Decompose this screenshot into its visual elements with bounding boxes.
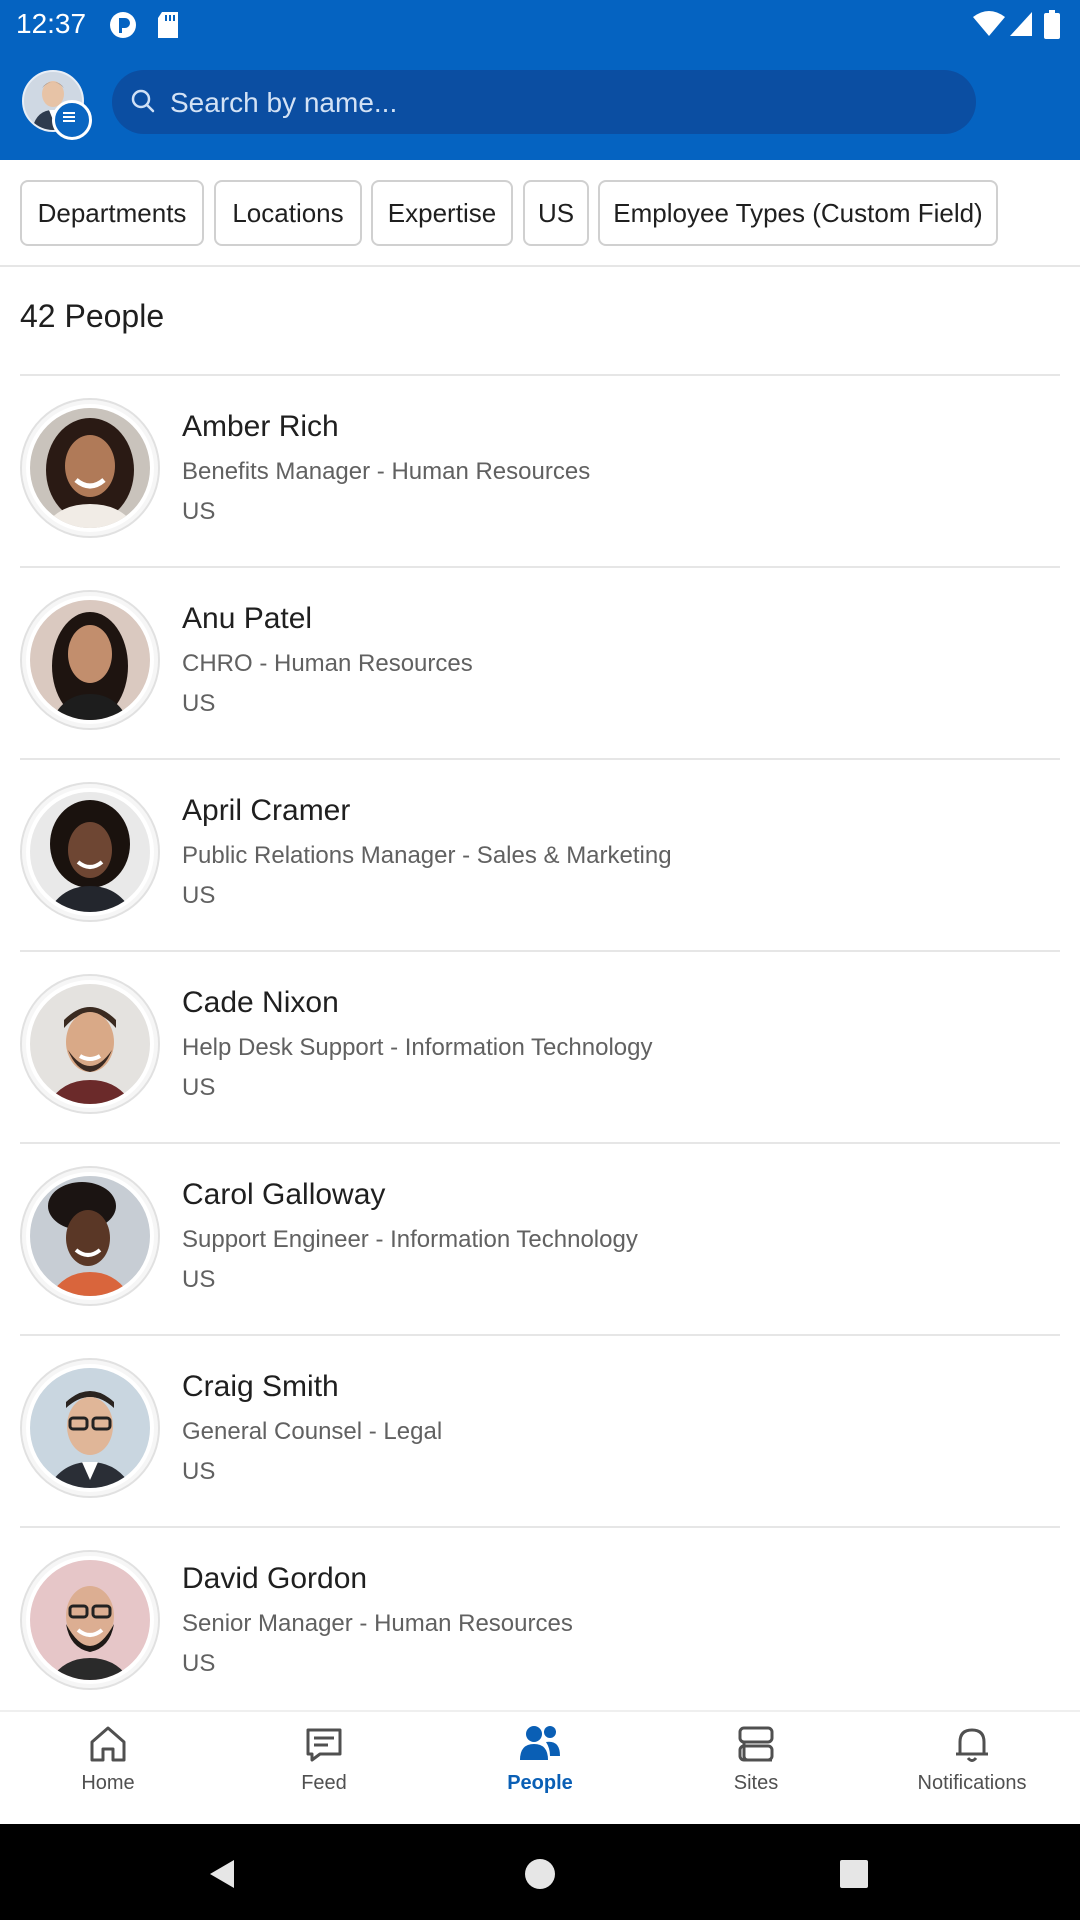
person-name: David Gordon: [182, 1562, 368, 1595]
filter-chip-employee-types[interactable]: Employee Types (Custom Field): [598, 180, 998, 246]
person-row[interactable]: Craig Smith General Counsel - Legal US: [20, 1336, 1060, 1528]
app-bar: [0, 60, 1080, 150]
person-name: Craig Smith: [182, 1370, 339, 1403]
filter-bar: Departments Locations Expertise US Emplo…: [0, 160, 1080, 267]
bottom-nav: Home Feed People Sites Notifications: [0, 1710, 1080, 1826]
avatar: [20, 1358, 160, 1498]
person-name: Amber Rich: [182, 410, 339, 443]
nav-label: Feed: [301, 1772, 347, 1794]
filter-chip-locations[interactable]: Locations: [214, 180, 362, 246]
search-bar[interactable]: [112, 70, 976, 136]
wifi-icon: [973, 11, 1005, 36]
person-row[interactable]: Cade Nixon Help Desk Support - Informati…: [20, 952, 1060, 1144]
person-role: CHRO - Human Resources: [182, 650, 473, 677]
recents-icon[interactable]: [838, 1858, 870, 1890]
nav-people[interactable]: People: [432, 1722, 648, 1818]
status-bar: 12:37: [0, 0, 1080, 50]
person-location: US: [182, 1458, 216, 1485]
system-nav-bar: [0, 1824, 1080, 1920]
notification-p-icon: [110, 12, 136, 38]
person-row[interactable]: Amber Rich Benefits Manager - Human Reso…: [20, 376, 1060, 568]
search-input[interactable]: [168, 70, 952, 136]
nav-home[interactable]: Home: [0, 1722, 216, 1818]
person-name: Anu Patel: [182, 602, 313, 635]
person-row[interactable]: Carol Galloway Support Engineer - Inform…: [20, 1144, 1060, 1336]
nav-label: Sites: [733, 1772, 779, 1794]
person-role: Benefits Manager - Human Resources: [182, 458, 591, 485]
filter-chip-departments[interactable]: Departments: [20, 180, 204, 246]
person-location: US: [182, 1266, 216, 1293]
people-list: Amber Rich Benefits Manager - Human Reso…: [0, 376, 1080, 1710]
avatar: [20, 1550, 160, 1690]
avatar: [20, 782, 160, 922]
nav-feed[interactable]: Feed: [216, 1722, 432, 1818]
avatar: [20, 1166, 160, 1306]
search-icon: [131, 89, 155, 113]
status-time: 12:37: [16, 8, 87, 39]
person-row[interactable]: April Cramer Public Relations Manager - …: [20, 760, 1060, 952]
person-role: Support Engineer - Information Technolog…: [182, 1226, 638, 1253]
bell-icon: [956, 1728, 988, 1762]
nav-label: Home: [81, 1772, 135, 1794]
home-circle-icon[interactable]: [524, 1858, 556, 1890]
person-location: US: [182, 1074, 216, 1101]
person-location: US: [182, 690, 216, 717]
nav-notifications[interactable]: Notifications: [864, 1722, 1080, 1818]
person-row[interactable]: David Gordon Senior Manager - Human Reso…: [20, 1528, 1060, 1710]
home-icon: [90, 1726, 126, 1762]
app-header: 12:37: [0, 0, 1080, 160]
person-role: General Counsel - Legal: [182, 1418, 443, 1445]
person-location: US: [182, 498, 216, 525]
sd-card-icon: [158, 12, 178, 38]
battery-icon: [1044, 10, 1060, 39]
nav-sites[interactable]: Sites: [648, 1722, 864, 1818]
back-icon[interactable]: [206, 1858, 238, 1890]
avatar: [20, 590, 160, 730]
person-role: Public Relations Manager - Sales & Marke…: [182, 842, 672, 869]
nav-label: Notifications: [917, 1772, 1027, 1794]
person-row[interactable]: Anu Patel CHRO - Human Resources US: [20, 568, 1060, 760]
avatar: [20, 398, 160, 538]
people-count: 42 People: [20, 298, 165, 334]
person-name: Cade Nixon: [182, 986, 339, 1019]
person-role: Help Desk Support - Information Technolo…: [182, 1034, 653, 1061]
person-role: Senior Manager - Human Resources: [182, 1610, 573, 1637]
avatar: [20, 974, 160, 1114]
people-icon: [520, 1726, 560, 1760]
person-location: US: [182, 1650, 216, 1677]
person-name: Carol Galloway: [182, 1178, 386, 1211]
person-name: April Cramer: [182, 794, 351, 827]
menu-badge-icon[interactable]: [52, 100, 92, 140]
filter-chip-expertise[interactable]: Expertise: [371, 180, 513, 246]
filter-chip-us[interactable]: US: [523, 180, 589, 246]
person-location: US: [182, 882, 216, 909]
feed-icon: [306, 1728, 342, 1762]
signal-icon: [1010, 12, 1032, 36]
sites-icon: [738, 1726, 774, 1762]
nav-label: People: [507, 1772, 573, 1794]
